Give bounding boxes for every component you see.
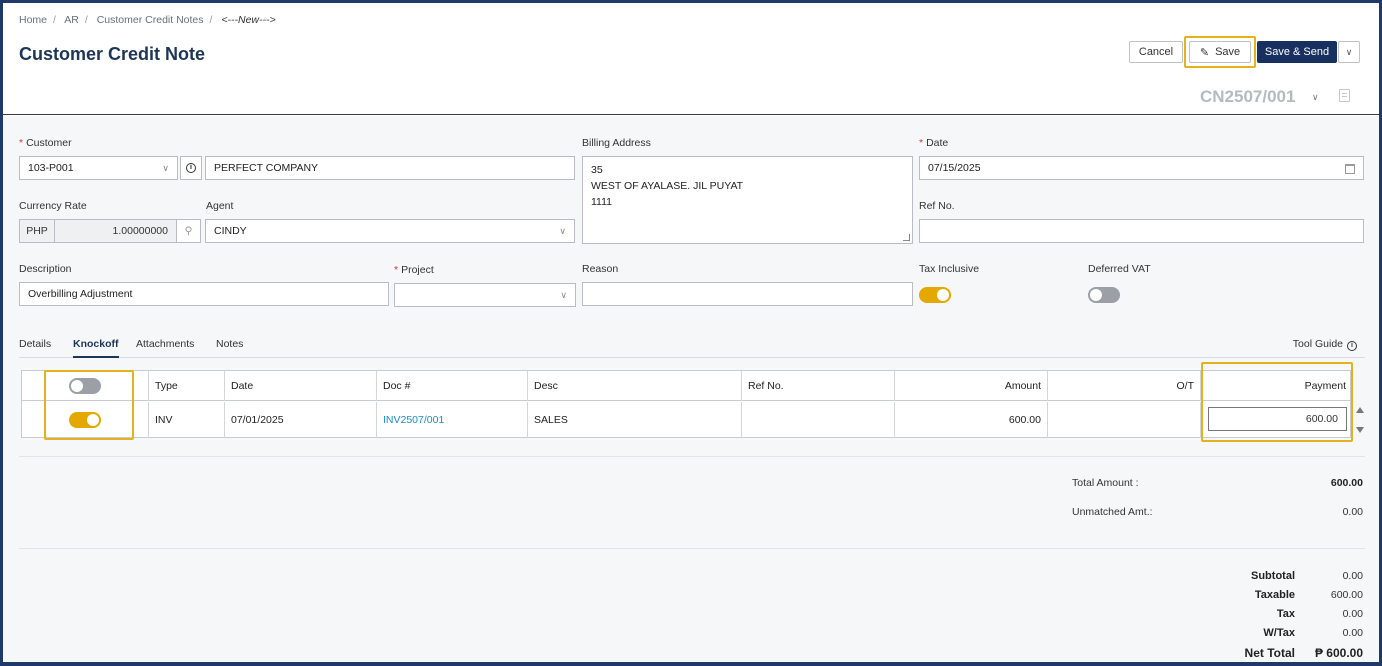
unmatched-amount-value: 0.00	[1342, 506, 1363, 518]
form-area: * Customer Billing Address * Date 103-P001…	[3, 116, 1379, 662]
tax-value: 0.00	[1342, 608, 1363, 620]
breadcrumb-ar[interactable]: AR	[64, 14, 79, 26]
total-amount-label: Total Amount :	[1072, 477, 1139, 489]
divider	[19, 456, 1365, 457]
chevron-down-icon: ∨	[560, 290, 567, 300]
currency-search-button[interactable]: ⚲	[176, 219, 201, 243]
taxable-value: 600.00	[1330, 589, 1363, 601]
currency-code-field: PHP	[19, 219, 55, 243]
document-number-dropdown-icon[interactable]: ∨	[1312, 92, 1319, 103]
info-icon: i	[1347, 341, 1357, 351]
ref-no-label: Ref No.	[919, 200, 955, 212]
chevron-down-icon: ∨	[162, 163, 169, 173]
tab-attachments[interactable]: Attachments	[136, 338, 194, 356]
document-icon[interactable]	[1339, 89, 1350, 102]
resize-handle-icon[interactable]	[903, 234, 910, 241]
date-label: * Date	[919, 137, 949, 149]
net-total-value: ₱ 600.00	[1314, 646, 1363, 660]
col-ref-header: Ref No.	[742, 371, 895, 401]
withholding-tax-label: W/Tax	[1263, 627, 1295, 639]
col-date-header: Date	[225, 371, 377, 401]
tool-guide-link[interactable]: Tool Guide i	[1293, 338, 1357, 351]
document-number: CN2507/001	[1200, 87, 1296, 106]
select-column-highlight	[44, 370, 134, 440]
agent-label: Agent	[206, 200, 234, 212]
col-ot-header: O/T	[1048, 371, 1201, 401]
scroll-down-icon[interactable]	[1356, 427, 1364, 433]
withholding-tax-value: 0.00	[1342, 627, 1363, 639]
page-title: Customer Credit Note	[19, 44, 206, 64]
description-field[interactable]: Overbilling Adjustment	[19, 282, 389, 306]
tax-label: Tax	[1276, 608, 1295, 620]
table-cell-date: 07/01/2025	[225, 402, 377, 438]
save-button-label: Save	[1215, 46, 1241, 58]
customer-label: * Customer	[19, 137, 72, 149]
breadcrumb: Home / AR / Customer Credit Notes / <---New…	[19, 14, 276, 26]
table-cell-ref	[742, 402, 895, 438]
col-type-header: Type	[149, 371, 225, 401]
table-cell-type: INV	[149, 402, 225, 438]
reason-field[interactable]	[582, 282, 913, 306]
currency-rate-label: Currency Rate	[19, 200, 87, 212]
tax-inclusive-toggle[interactable]	[919, 287, 951, 303]
billing-address-label: Billing Address	[582, 137, 651, 149]
payment-column-highlight	[1201, 362, 1353, 442]
total-amount-value: 600.00	[1330, 477, 1363, 489]
chevron-down-icon: ∨	[1345, 46, 1353, 57]
breadcrumb-credit-notes[interactable]: Customer Credit Notes	[97, 14, 204, 26]
save-and-send-button[interactable]: Save & Send	[1257, 41, 1337, 63]
tab-details[interactable]: Details	[19, 338, 51, 356]
date-field[interactable]: 07/15/2025	[919, 156, 1364, 180]
divider	[19, 548, 1365, 549]
project-label: * Project	[394, 264, 434, 276]
customer-code-select[interactable]: 103-P001 ∨	[19, 156, 178, 180]
save-button[interactable]: ✎ Save	[1189, 41, 1251, 63]
calendar-icon[interactable]	[1345, 164, 1355, 174]
taxable-label: Taxable	[1254, 589, 1295, 601]
reason-label: Reason	[582, 263, 619, 275]
pencil-icon: ✎	[1199, 46, 1210, 59]
table-cell-ot	[1048, 402, 1201, 438]
net-total-label: Net Total	[1244, 646, 1295, 660]
table-cell-amount: 600.00	[895, 402, 1048, 438]
currency-rate-field: 1.00000000	[54, 219, 177, 243]
project-select[interactable]: ∨	[394, 283, 576, 307]
search-icon: ⚲	[184, 225, 193, 237]
agent-select[interactable]: CINDY ∨	[205, 219, 575, 243]
customer-name-field[interactable]: PERFECT COMPANY	[205, 156, 575, 180]
more-options-button[interactable]: ∨	[1338, 41, 1360, 63]
ref-no-field[interactable]	[919, 219, 1364, 243]
page-header: Home / AR / Customer Credit Notes / <---New…	[3, 3, 1379, 115]
customer-info-button[interactable]: i	[180, 156, 202, 180]
knockoff-table: Type Date Doc # Desc Ref No. Amount O/T …	[21, 370, 1364, 438]
breadcrumb-current: <---New--->	[221, 14, 276, 26]
col-desc-header: Desc	[528, 371, 742, 401]
tax-inclusive-label: Tax Inclusive	[919, 263, 980, 275]
billing-address-textarea[interactable]: 35 WEST OF AYALASE. JIL PUYAT 1111	[582, 156, 913, 244]
subtotal-value: 0.00	[1342, 570, 1363, 582]
table-cell-doc-link[interactable]: INV2507/001	[377, 402, 528, 438]
info-icon: i	[186, 163, 196, 173]
deferred-vat-toggle[interactable]	[1088, 287, 1120, 303]
col-doc-header: Doc #	[377, 371, 528, 401]
chevron-down-icon: ∨	[559, 226, 566, 236]
scroll-up-icon[interactable]	[1356, 407, 1364, 413]
breadcrumb-home[interactable]: Home	[19, 14, 47, 26]
tab-bar: Details Knockoff Attachments Notes Tool …	[19, 338, 1365, 358]
subtotal-label: Subtotal	[1251, 570, 1295, 582]
table-cell-desc: SALES	[528, 402, 742, 438]
description-label: Description	[19, 263, 72, 275]
col-amount-header: Amount	[895, 371, 1048, 401]
tab-notes[interactable]: Notes	[216, 338, 243, 356]
unmatched-amount-label: Unmatched Amt.:	[1072, 506, 1153, 518]
tab-knockoff[interactable]: Knockoff	[73, 338, 119, 358]
deferred-vat-label: Deferred VAT	[1088, 263, 1151, 275]
cancel-button[interactable]: Cancel	[1129, 41, 1183, 63]
